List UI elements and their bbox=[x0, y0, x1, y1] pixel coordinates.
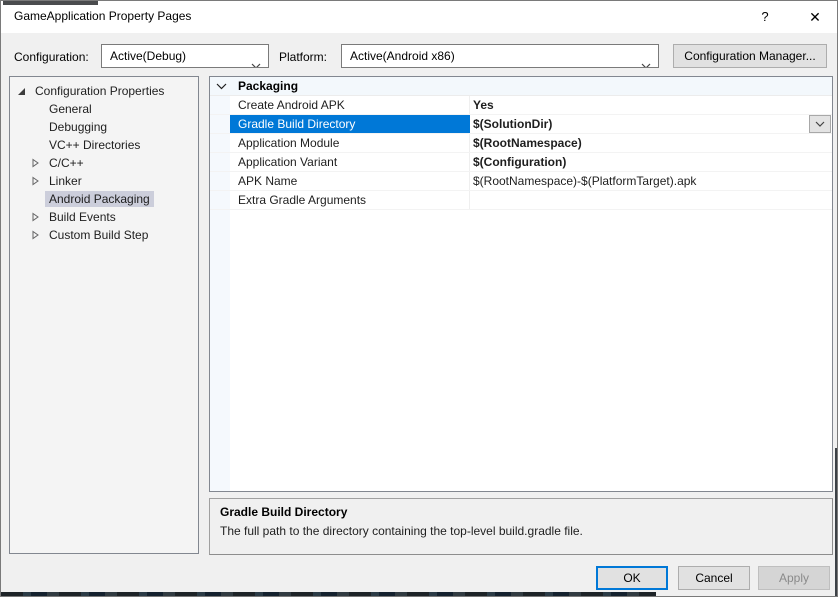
expander-icon bbox=[29, 103, 41, 115]
cancel-button[interactable]: Cancel bbox=[678, 566, 750, 590]
property-name[interactable]: Create Android APK bbox=[230, 96, 470, 114]
help-icon: ? bbox=[761, 9, 768, 24]
tree-item-label: Build Events bbox=[45, 209, 120, 225]
property-value-text: $(RootNamespace)-$(PlatformTarget).apk bbox=[473, 174, 696, 188]
window-title: GameApplication Property Pages bbox=[14, 9, 191, 23]
tree-item-linker[interactable]: Linker bbox=[10, 172, 198, 190]
chevron-down-icon bbox=[251, 54, 261, 60]
grid-row-gradle-build-directory[interactable]: Gradle Build Directory $(SolutionDir) bbox=[210, 115, 832, 134]
property-name[interactable]: APK Name bbox=[230, 172, 470, 190]
configuration-tree: Configuration Properties General Debuggi… bbox=[9, 76, 199, 554]
property-grid: Packaging Create Android APK Yes Gradle … bbox=[209, 76, 833, 492]
ok-button[interactable]: OK bbox=[596, 566, 668, 590]
platform-label: Platform: bbox=[279, 50, 327, 64]
platform-value: Active(Android x86) bbox=[350, 49, 455, 63]
property-value-text: $(SolutionDir) bbox=[473, 117, 552, 131]
property-value[interactable]: $(RootNamespace)-$(PlatformTarget).apk bbox=[470, 172, 832, 190]
close-button[interactable]: ✕ bbox=[793, 1, 837, 33]
platform-dropdown[interactable]: Active(Android x86) bbox=[341, 44, 659, 68]
property-name[interactable]: Application Variant bbox=[230, 153, 470, 171]
grid-row-extra-gradle-arguments[interactable]: Extra Gradle Arguments bbox=[210, 191, 832, 210]
tree-item-label: Configuration Properties bbox=[31, 83, 168, 99]
property-value[interactable] bbox=[470, 191, 832, 209]
configuration-label: Configuration: bbox=[14, 50, 89, 64]
configuration-value: Active(Debug) bbox=[110, 49, 186, 63]
grid-row-application-variant[interactable]: Application Variant $(Configuration) bbox=[210, 153, 832, 172]
chevron-down-icon bbox=[216, 80, 228, 92]
grid-rows: Create Android APK Yes Gradle Build Dire… bbox=[210, 96, 832, 210]
tree-item-label: Android Packaging bbox=[45, 191, 154, 207]
grid-row-create-android-apk[interactable]: Create Android APK Yes bbox=[210, 96, 832, 115]
property-name[interactable]: Application Module bbox=[230, 134, 470, 152]
grid-row-apk-name[interactable]: APK Name $(RootNamespace)-$(PlatformTarg… bbox=[210, 172, 832, 191]
background-window-artifact bbox=[835, 448, 837, 597]
description-text: The full path to the directory containin… bbox=[220, 524, 822, 538]
property-value-text: Yes bbox=[473, 98, 494, 112]
property-name[interactable]: Gradle Build Directory bbox=[230, 115, 470, 133]
expander-icon bbox=[29, 121, 41, 133]
tree-item-custom-build-step[interactable]: Custom Build Step bbox=[10, 226, 198, 244]
description-title: Gradle Build Directory bbox=[220, 505, 822, 519]
tree-item-debugging[interactable]: Debugging bbox=[10, 118, 198, 136]
tree-item-label: General bbox=[45, 101, 96, 117]
tree-item-label: C/C++ bbox=[45, 155, 88, 171]
tree-item-build-events[interactable]: Build Events bbox=[10, 208, 198, 226]
property-name[interactable]: Extra Gradle Arguments bbox=[230, 191, 470, 209]
expander-icon[interactable] bbox=[15, 85, 27, 97]
property-value-text: $(Configuration) bbox=[473, 155, 566, 169]
chevron-down-icon bbox=[815, 121, 825, 127]
tree-item-c-c[interactable]: C/C++ bbox=[10, 154, 198, 172]
group-header-packaging[interactable]: Packaging bbox=[210, 77, 832, 96]
value-dropdown-button[interactable] bbox=[809, 115, 831, 133]
tree-item-configuration-properties[interactable]: Configuration Properties bbox=[10, 82, 198, 100]
tree-item-label: Custom Build Step bbox=[45, 227, 152, 243]
expander-icon[interactable] bbox=[29, 211, 41, 223]
group-label: Packaging bbox=[238, 79, 298, 93]
expander-icon bbox=[29, 139, 41, 151]
expander-icon[interactable] bbox=[29, 229, 41, 241]
property-value-text: $(RootNamespace) bbox=[473, 136, 582, 150]
tree-item-label: Linker bbox=[45, 173, 86, 189]
tree-item-label: VC++ Directories bbox=[45, 137, 144, 153]
help-button[interactable]: ? bbox=[745, 1, 785, 33]
property-value[interactable]: Yes bbox=[470, 96, 832, 114]
chevron-down-icon bbox=[641, 54, 651, 60]
tree-item-android-packaging[interactable]: Android Packaging bbox=[10, 190, 198, 208]
tree-item-label: Debugging bbox=[45, 119, 111, 135]
expander-icon[interactable] bbox=[29, 157, 41, 169]
tree-item-general[interactable]: General bbox=[10, 100, 198, 118]
background-window-artifact bbox=[3, 1, 98, 5]
close-icon: ✕ bbox=[809, 9, 821, 25]
configuration-dropdown[interactable]: Active(Debug) bbox=[101, 44, 269, 68]
property-value[interactable]: $(RootNamespace) bbox=[470, 134, 832, 152]
property-pages-dialog: GameApplication Property Pages ? ✕ Confi… bbox=[0, 0, 838, 597]
description-panel: Gradle Build Directory The full path to … bbox=[209, 498, 833, 555]
apply-button[interactable]: Apply bbox=[758, 566, 830, 590]
expander-icon bbox=[29, 193, 41, 205]
property-value[interactable]: $(Configuration) bbox=[470, 153, 832, 171]
property-value[interactable]: $(SolutionDir) bbox=[470, 115, 832, 133]
background-window-artifact bbox=[1, 592, 656, 596]
tree-item-vc-directories[interactable]: VC++ Directories bbox=[10, 136, 198, 154]
expander-icon[interactable] bbox=[29, 175, 41, 187]
grid-row-application-module[interactable]: Application Module $(RootNamespace) bbox=[210, 134, 832, 153]
titlebar: GameApplication Property Pages ? ✕ bbox=[1, 1, 837, 33]
configuration-manager-button[interactable]: Configuration Manager... bbox=[673, 44, 827, 68]
